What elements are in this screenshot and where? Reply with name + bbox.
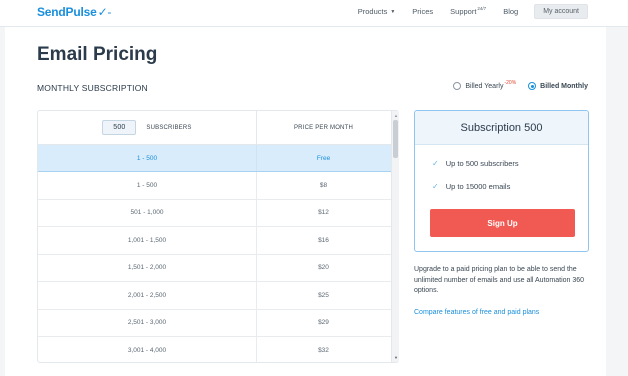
table-row[interactable]: 501 - 1,000 $12 <box>38 199 398 227</box>
nav-menu: Products ▼ Prices Support 24/7 Blog My ac… <box>341 4 588 19</box>
nav-prices-label: Prices <box>412 7 434 16</box>
upgrade-text: Upgrade to a paid pricing plan to be abl… <box>414 266 585 294</box>
table-row[interactable]: 2,501 - 3,000 $29 <box>38 309 398 337</box>
table-row[interactable]: 1,501 - 2,000 $20 <box>38 254 398 282</box>
price-cell: $20 <box>318 264 329 272</box>
table-row-selected[interactable]: 1 - 500 Free <box>38 145 398 172</box>
price-cell: $16 <box>318 236 329 244</box>
check-icon: ✓ <box>432 182 439 191</box>
range-cell: 1,001 - 1,500 <box>38 227 257 254</box>
price-cell: $8 <box>319 181 328 189</box>
billed-yearly-label: Billed Yearly <box>465 82 504 90</box>
subscription-card: Subscription 500 ✓ Up to 500 subscribers… <box>414 110 589 252</box>
table-header: 500 SUBSCRIBERS PRICE PER MONTH <box>38 111 398 145</box>
range-cell: 501 - 1,000 <box>38 199 257 226</box>
feature-label: Up to 15000 emails <box>445 182 511 191</box>
nav-support-label: Support <box>450 7 477 16</box>
price-cell: Free <box>316 154 331 162</box>
billed-monthly-option[interactable]: Billed Monthly <box>528 82 588 90</box>
range-cell: 2,501 - 3,000 <box>38 309 257 336</box>
subscription-title: Subscription 500 <box>415 111 588 145</box>
radio-monthly[interactable] <box>528 82 537 90</box>
price-cell: $12 <box>318 209 329 217</box>
sign-up-button[interactable]: Sign Up <box>430 209 575 237</box>
range-cell: 1 - 500 <box>38 172 257 199</box>
table-row[interactable]: 2,001 - 2,500 $25 <box>38 282 398 310</box>
chevron-down-icon: ▼ <box>390 8 396 15</box>
scroll-down-icon[interactable]: ▼ <box>394 355 398 360</box>
range-cell: 2,001 - 2,500 <box>38 282 257 309</box>
nav-products-label: Products <box>357 7 388 16</box>
price-cell: $29 <box>318 319 329 327</box>
discount-badge: -20% <box>504 80 517 86</box>
scroll-up-icon[interactable]: ▲ <box>394 113 398 118</box>
price-cell: $25 <box>318 291 329 299</box>
right-margin <box>606 27 628 376</box>
feature-label: Up to 500 subscribers <box>445 159 519 168</box>
nav-blog-label: Blog <box>503 7 519 16</box>
check-icon: ✓ <box>432 159 439 168</box>
section-title: MONTHLY SUBSCRIPTION <box>37 83 148 93</box>
table-row[interactable]: 1,001 - 1,500 $16 <box>38 227 398 255</box>
subscribers-header: 500 SUBSCRIBERS <box>38 111 257 144</box>
sendpulse-logo[interactable]: SendPulse✓- <box>37 5 111 19</box>
subscribers-input[interactable]: 500 <box>102 120 137 135</box>
support-badge: 24/7 <box>477 6 487 11</box>
logo-text: SendPulse <box>37 5 97 19</box>
price-cell: $32 <box>318 346 329 354</box>
table-row[interactable]: 1 - 500 $8 <box>38 172 398 200</box>
feature-item: ✓ Up to 15000 emails <box>432 182 510 191</box>
top-nav: SendPulse✓- Products ▼ Prices Support 24/… <box>0 0 628 27</box>
pulse-icon: ✓- <box>97 5 112 19</box>
range-cell: 1 - 500 <box>38 145 257 171</box>
nav-item-prices[interactable]: Prices <box>412 7 433 16</box>
table-row[interactable]: 3,001 - 4,000 $32 <box>38 337 398 362</box>
page-title: Email Pricing <box>37 44 158 65</box>
range-cell: 1,501 - 2,000 <box>38 254 257 281</box>
pricing-table: 500 SUBSCRIBERS PRICE PER MONTH 1 - 500 … <box>37 110 399 363</box>
feature-item: ✓ Up to 500 subscribers <box>432 159 519 168</box>
my-account-button[interactable]: My account <box>534 4 588 19</box>
subscribers-header-label: SUBSCRIBERS <box>146 124 192 131</box>
compare-plans-link[interactable]: Compare features of free and paid plans <box>414 309 539 316</box>
nav-item-products[interactable]: Products ▼ <box>358 7 396 16</box>
nav-item-support[interactable]: Support 24/7 <box>450 6 487 16</box>
nav-item-blog[interactable]: Blog <box>503 7 518 16</box>
scrollbar-thumb[interactable] <box>393 120 398 158</box>
billing-toggle: Billed Yearly -20% Billed Monthly <box>441 80 588 90</box>
table-scrollbar[interactable]: ▲ ▼ <box>391 111 399 362</box>
price-header: PRICE PER MONTH <box>293 124 353 131</box>
radio-yearly[interactable] <box>453 82 462 90</box>
range-cell: 3,001 - 4,000 <box>38 337 257 362</box>
billed-monthly-label: Billed Monthly <box>540 82 588 90</box>
billed-yearly-option[interactable]: Billed Yearly -20% <box>453 80 517 90</box>
